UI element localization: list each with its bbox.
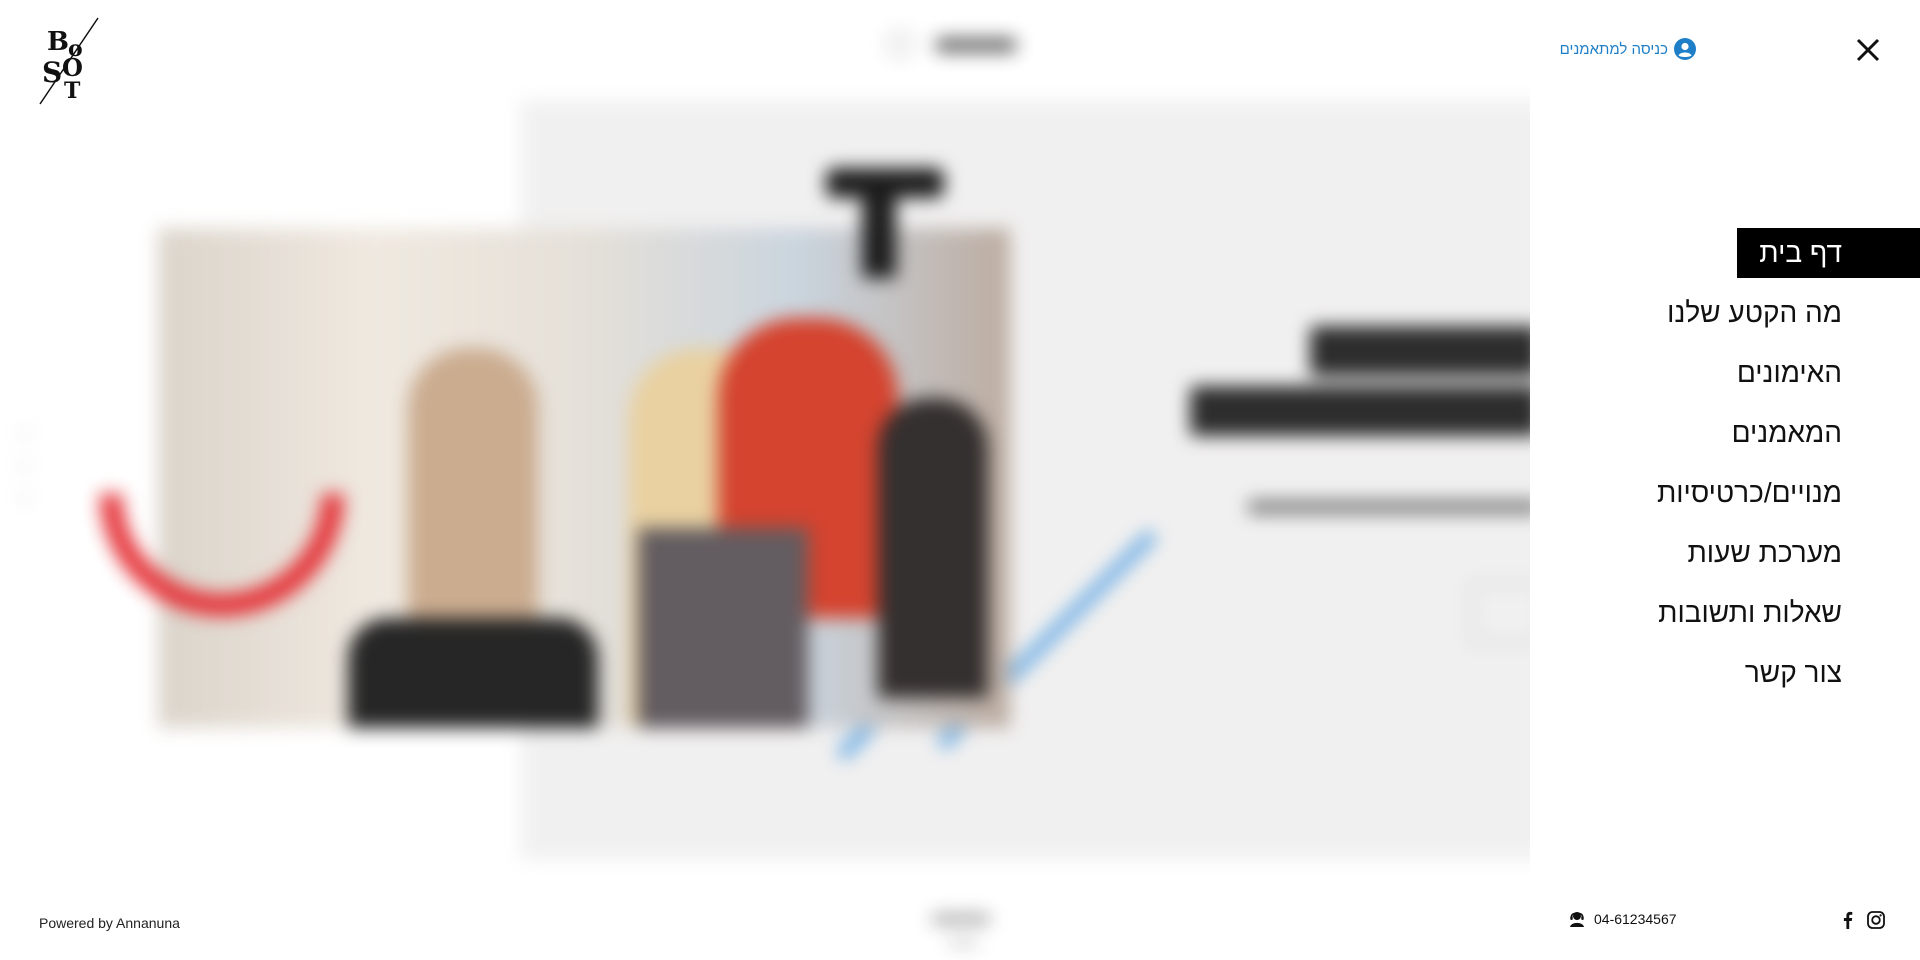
bg-top-text	[936, 38, 1016, 52]
main-menu: דף בית מה הקטע שלנו האימונים המאמנים מנו…	[1530, 228, 1920, 708]
menu-item-contact[interactable]: צור קשר	[1530, 648, 1920, 698]
menu-item-schedule[interactable]: מערכת שעות	[1530, 528, 1920, 578]
bg-heading	[1190, 386, 1540, 436]
bg-footer-text	[948, 940, 978, 946]
menu-item-faq[interactable]: שאלות ותשובות	[1530, 588, 1920, 638]
phone-number: 04-61234567	[1594, 911, 1677, 927]
menu-item-about[interactable]: מה הקטע שלנו	[1530, 288, 1920, 338]
phone-user-icon	[1568, 910, 1586, 928]
menu-item-memberships[interactable]: מנויים/כרטיסיות	[1530, 468, 1920, 518]
phone-link[interactable]: 04-61234567	[1568, 910, 1677, 928]
boost-logo[interactable]: B o S O T	[36, 16, 102, 106]
close-icon	[1856, 38, 1880, 62]
bg-search-icon	[888, 32, 912, 56]
page: B o S O T כניסה למתאמנים דף בית מה הקטע …	[0, 0, 1920, 960]
user-circle-icon	[1674, 38, 1696, 60]
svg-text:T: T	[64, 78, 81, 104]
social-links	[1838, 910, 1886, 930]
instagram-icon[interactable]	[1866, 910, 1886, 930]
menu-item-trainings[interactable]: האימונים	[1530, 348, 1920, 398]
menu-item-trainers[interactable]: המאמנים	[1530, 408, 1920, 458]
powered-by-link[interactable]: Powered by Annanuna	[39, 915, 180, 931]
bg-footer-text	[932, 914, 990, 924]
svg-text:S: S	[42, 56, 62, 89]
login-label: כניסה למתאמנים	[1559, 40, 1668, 58]
facebook-icon[interactable]	[1838, 910, 1858, 930]
trainee-login-link[interactable]: כניסה למתאמנים	[1560, 38, 1696, 60]
bg-t-shape	[862, 168, 896, 278]
logo-mark: B o S O T	[39, 17, 99, 105]
close-menu-button[interactable]	[1852, 34, 1884, 66]
bg-side-nav	[20, 430, 30, 530]
bg-subheading	[1248, 500, 1540, 514]
bg-heading	[1310, 326, 1540, 376]
menu-item-home[interactable]: דף בית	[1737, 228, 1920, 278]
